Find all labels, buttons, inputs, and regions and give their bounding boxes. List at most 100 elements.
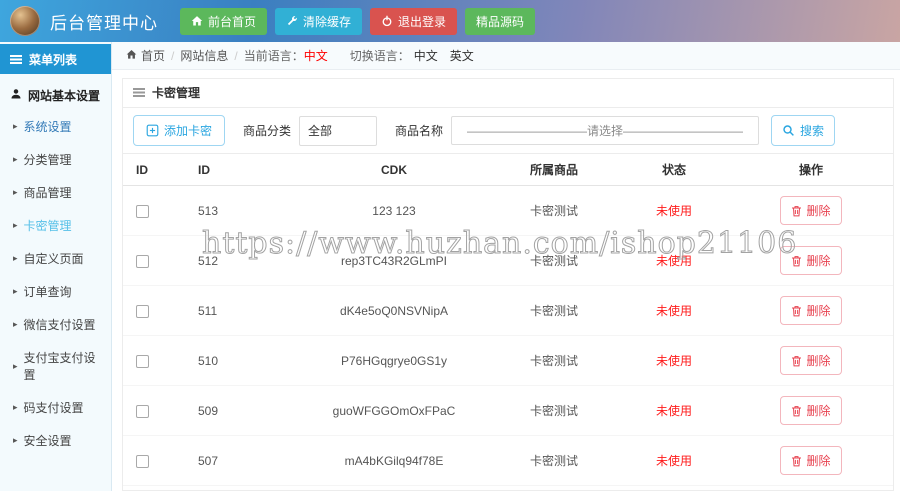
delete-label: 删除 <box>806 452 830 469</box>
delete-button[interactable]: 删除 <box>780 246 841 275</box>
row-checkbox[interactable] <box>136 305 149 318</box>
delete-label: 删除 <box>806 252 830 269</box>
row-status: 未使用 <box>619 436 729 486</box>
row-cdk: jsFGkHYnxLF8GUo <box>299 486 489 491</box>
row-id: 509 <box>179 386 299 436</box>
breadcrumb-home-label: 首页 <box>141 47 165 64</box>
caret-right-icon: ▸ <box>13 122 18 131</box>
app-title: 后台管理中心 <box>50 9 158 34</box>
sidebar-item-label: 系统设置 <box>24 118 72 135</box>
sidebar-item[interactable]: ▸商品管理 <box>0 176 111 209</box>
search-button[interactable]: 搜索 <box>771 115 835 146</box>
table-body: 513 123 123 卡密测试 未使用 删除 512 rep3TC43R2GL… <box>123 186 893 491</box>
caret-right-icon: ▸ <box>13 287 18 296</box>
trash-icon <box>791 205 802 217</box>
caret-right-icon: ▸ <box>13 320 18 329</box>
caret-right-icon: ▸ <box>13 403 18 412</box>
sidebar-item[interactable]: ▸安全设置 <box>0 424 111 457</box>
sidebar-item-label: 自定义页面 <box>24 250 84 267</box>
logout-button[interactable]: 退出登录 <box>370 8 457 35</box>
row-checkbox[interactable] <box>136 455 149 468</box>
wrench-icon <box>286 15 298 27</box>
sidebar-item[interactable]: ▸微信支付设置 <box>0 308 111 341</box>
row-checkbox[interactable] <box>136 405 149 418</box>
row-status: 未使用 <box>619 236 729 286</box>
breadcrumb-separator: / <box>171 49 174 63</box>
sidebar-item[interactable]: ▸ 码支付设置 <box>0 391 111 424</box>
delete-button[interactable]: 删除 <box>780 196 841 225</box>
row-cdk: dK4e5oQ0NSVNipA <box>299 286 489 336</box>
row-id: 507 <box>179 436 299 486</box>
switch-lang-label: 切换语言： <box>350 47 410 64</box>
row-product: 卡密测试 <box>489 336 619 386</box>
row-product: 卡密测试 <box>489 486 619 491</box>
home-icon <box>191 15 203 27</box>
add-card-key-label: 添加卡密 <box>164 122 212 139</box>
sidebar-item[interactable]: ▸订单查询 <box>0 275 111 308</box>
breadcrumb-site-info[interactable]: 网站信息 <box>180 47 228 64</box>
row-checkbox[interactable] <box>136 255 149 268</box>
power-icon <box>381 15 393 27</box>
category-label: 商品分类 <box>243 122 291 139</box>
col-header-status: 状态 <box>619 154 729 186</box>
user-icon <box>10 88 22 103</box>
plus-square-icon <box>146 124 159 137</box>
toolbar: 添加卡密 商品分类 全部 商品名称 搜索 <box>123 108 893 154</box>
delete-label: 删除 <box>806 202 830 219</box>
card-key-panel: 卡密管理 添加卡密 商品分类 全部 商品名称 <box>122 78 894 491</box>
row-checkbox[interactable] <box>136 205 149 218</box>
product-name-input[interactable] <box>451 116 759 145</box>
row-product: 卡密测试 <box>489 436 619 486</box>
trash-icon <box>791 255 802 267</box>
table-row: 513 123 123 卡密测试 未使用 删除 <box>123 186 893 236</box>
sidebar-item[interactable]: ▸卡密管理 <box>0 209 111 242</box>
sidebar-item-label: 码支付设置 <box>24 399 84 416</box>
sidebar-section-label: 网站基本设置 <box>28 87 100 104</box>
category-select[interactable]: 全部 <box>299 116 377 146</box>
delete-label: 删除 <box>806 302 830 319</box>
sidebar-item[interactable]: ▸分类管理 <box>0 143 111 176</box>
col-header-cdk: CDK <box>299 154 489 186</box>
table-row: 510 P76HGqgrye0GS1y 卡密测试 未使用 删除 <box>123 336 893 386</box>
premium-source-button[interactable]: 精品源码 <box>465 8 535 35</box>
breadcrumb-home[interactable]: 首页 <box>126 47 165 64</box>
sidebar-section[interactable]: 网站基本设置 <box>0 74 111 110</box>
top-bar: 后台管理中心 前台首页 清除缓存 退出登录 精品源码 <box>0 0 900 42</box>
caret-right-icon: ▸ <box>13 188 18 197</box>
delete-label: 删除 <box>806 352 830 369</box>
caret-right-icon: ▸ <box>13 221 18 230</box>
delete-button[interactable]: 删除 <box>780 396 841 425</box>
search-icon <box>782 124 795 137</box>
caret-right-icon: ▸ <box>13 436 18 445</box>
clear-cache-label: 清除缓存 <box>303 13 351 30</box>
list-icon <box>10 55 22 64</box>
trash-icon <box>791 355 802 367</box>
lang-zh-link[interactable]: 中文 <box>414 47 438 64</box>
frontend-home-button[interactable]: 前台首页 <box>180 8 267 35</box>
delete-button[interactable]: 删除 <box>780 446 841 475</box>
sidebar-header-label: 菜单列表 <box>29 51 77 68</box>
sidebar-menu: ▸系统设置▸分类管理▸商品管理▸卡密管理▸自定义页面▸订单查询▸微信支付设置▸支… <box>0 110 111 457</box>
row-product: 卡密测试 <box>489 186 619 236</box>
row-status: 未使用 <box>619 286 729 336</box>
row-id: 513 <box>179 186 299 236</box>
breadcrumb: 首页 / 网站信息 / 当前语言： 中文 切换语言： 中文 英文 <box>112 42 900 70</box>
sidebar-item[interactable]: ▸自定义页面 <box>0 242 111 275</box>
delete-button[interactable]: 删除 <box>780 296 841 325</box>
card-key-table: ID ID CDK 所属商品 状态 操作 513 123 123 卡密测试 未使… <box>123 154 893 490</box>
table-row: 509 guoWFGGOmOxFPaC 卡密测试 未使用 删除 <box>123 386 893 436</box>
row-cdk: 123 123 <box>299 186 489 236</box>
delete-button[interactable]: 删除 <box>780 346 841 375</box>
table-row: 506 jsFGkHYnxLF8GUo 卡密测试 未使用 删除 <box>123 486 893 491</box>
clear-cache-button[interactable]: 清除缓存 <box>275 8 362 35</box>
table-header-row: ID ID CDK 所属商品 状态 操作 <box>123 154 893 186</box>
add-card-key-button[interactable]: 添加卡密 <box>133 115 225 146</box>
home-icon <box>126 49 137 63</box>
main-content: 首页 / 网站信息 / 当前语言： 中文 切换语言： 中文 英文 卡密管理 <box>112 42 900 491</box>
lang-en-link[interactable]: 英文 <box>450 47 474 64</box>
row-id: 511 <box>179 286 299 336</box>
product-name-label: 商品名称 <box>395 122 443 139</box>
row-checkbox[interactable] <box>136 355 149 368</box>
sidebar-item[interactable]: ▸支付宝支付设置 <box>0 341 111 391</box>
sidebar-item[interactable]: ▸ 系统设置 <box>0 110 111 143</box>
